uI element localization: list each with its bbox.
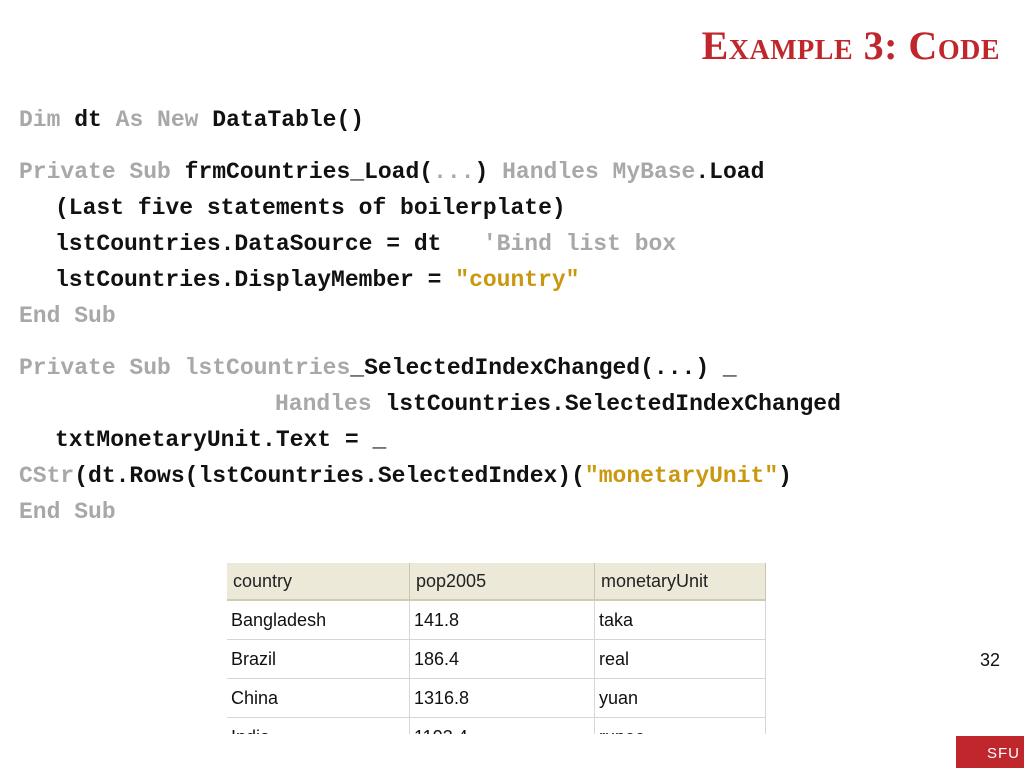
column-header-monetary-unit[interactable]: monetaryUnit [594,563,766,601]
keyword: Private Sub [19,159,185,185]
code-text: dt [74,107,116,133]
table-cell[interactable]: China [227,678,410,718]
table-cell[interactable]: 1103.4 [409,717,595,734]
table-cell[interactable]: taka [594,600,766,640]
table-cell[interactable]: 1316.8 [409,678,595,718]
code-text: DataTable() [212,107,365,133]
string-literal: "monetaryUnit" [584,463,779,489]
code-text: _SelectedIndexChanged(...) _ [350,355,737,381]
code-line-9: txtMonetaryUnit.Text = _ [19,422,1004,458]
table-row[interactable]: Brazil 186.4 real [227,639,766,679]
code-line-7: Private Sub lstCountries_SelectedIndexCh… [19,350,1004,386]
table-cell[interactable]: Bangladesh [227,600,410,640]
code-line-5: lstCountries.DisplayMember = "country" [19,262,1004,298]
code-line-4: lstCountries.DataSource = dt 'Bind list … [19,226,1004,262]
keyword: End Sub [19,499,116,525]
code-line-6: End Sub [19,298,1004,334]
code-listing: Dim dt As New DataTable() Private Sub fr… [19,102,1004,530]
table-row[interactable]: Bangladesh 141.8 taka [227,600,766,640]
code-line-10: CStr(dt.Rows(lstCountries.SelectedIndex)… [19,458,1004,494]
code-line-3: (Last five statements of boilerplate) [19,190,1004,226]
code-line-2: Private Sub frmCountries_Load(...) Handl… [19,154,1004,190]
keyword: Dim [19,107,75,133]
table-row[interactable]: China 1316.8 yuan [227,678,766,718]
code-text: (Last five statements of boilerplate) [55,195,566,221]
keyword: Handles MyBase [502,159,696,185]
page-number: 32 [979,650,1000,670]
code-text: frmCountries_Load( [184,159,434,185]
code-line-11: End Sub [19,494,1004,530]
sfu-logo: SFU [956,736,1024,768]
keyword: CStr [19,463,75,489]
table-cell[interactable]: yuan [594,678,766,718]
table-cell[interactable]: 186.4 [409,639,595,679]
string-literal: "country" [455,267,580,293]
keyword: Handles [275,391,386,417]
code-text: .Load [695,159,765,185]
datatable-grid: country pop2005 monetaryUnit Bangladesh … [227,563,766,734]
keyword: Private Sub lstCountries [19,355,351,381]
column-header-pop2005[interactable]: pop2005 [409,563,595,601]
code-text: lstCountries.DataSource = dt [55,231,483,257]
code-text: (dt.Rows(lstCountries.SelectedIndex)( [74,463,585,489]
code-text: lstCountries.SelectedIndexChanged [385,391,841,417]
table-header-row: country pop2005 monetaryUnit [227,563,766,601]
table-cell[interactable]: real [594,639,766,679]
keyword: End Sub [19,303,116,329]
code-text: ) [778,463,792,489]
table-cell[interactable]: Brazil [227,639,410,679]
table-cell[interactable]: India [227,717,410,734]
code-line-1: Dim dt As New DataTable() [19,102,1004,138]
slide-title: Example 3: Code [701,23,1000,68]
code-line-8: Handles lstCountries.SelectedIndexChange… [19,386,1004,422]
table-row[interactable]: India 1103.4 rupee [227,717,766,734]
column-header-country[interactable]: country [227,563,410,601]
keyword: ... [433,159,475,185]
keyword: As New [115,107,213,133]
data-table: country pop2005 monetaryUnit Bangladesh … [227,563,766,734]
code-text: ) [474,159,503,185]
table-cell[interactable]: rupee [594,717,766,734]
table-cell[interactable]: 141.8 [409,600,595,640]
code-text: lstCountries.DisplayMember = [55,267,456,293]
code-text: txtMonetaryUnit.Text = _ [55,427,387,453]
code-comment: 'Bind list box [482,231,677,257]
